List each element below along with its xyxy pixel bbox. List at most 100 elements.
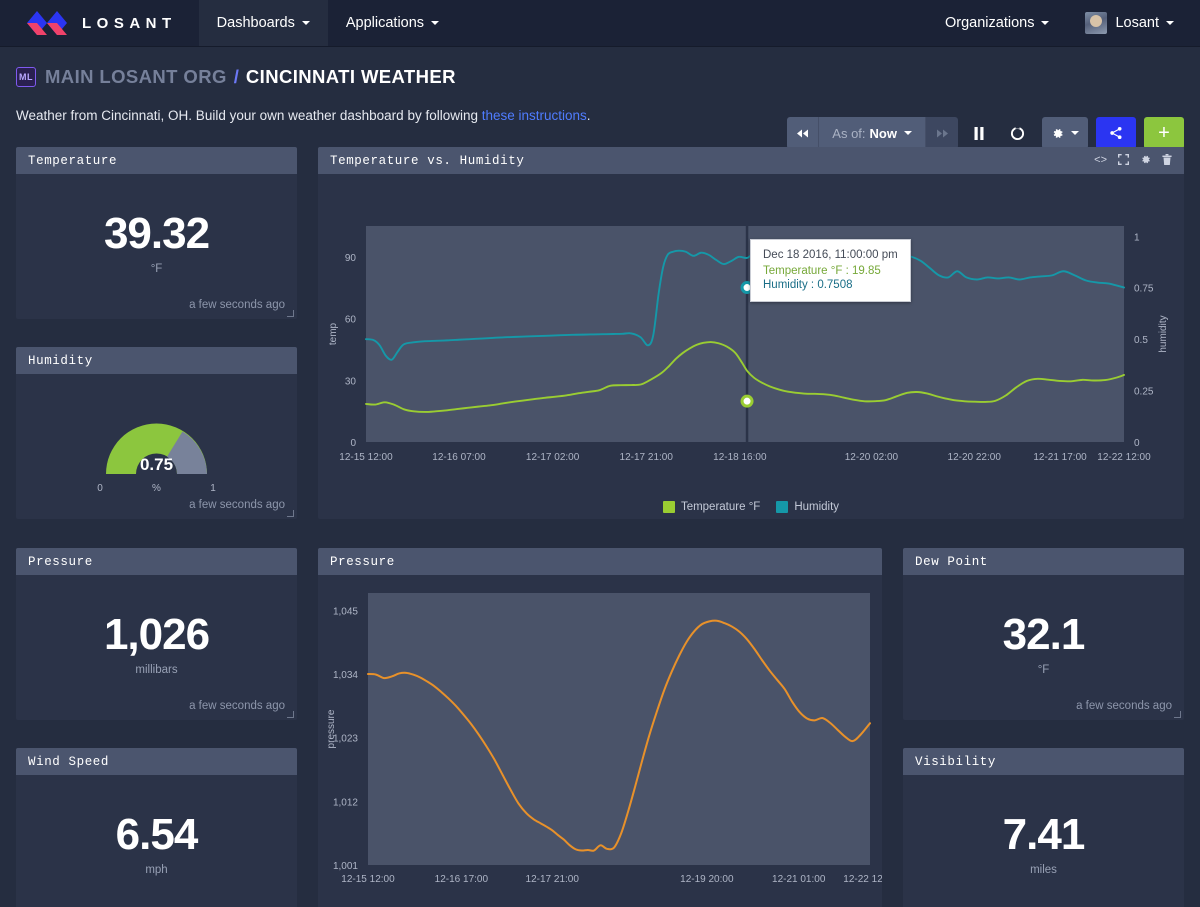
description-text-before: Weather from Cincinnati, OH. Build your … [16, 108, 482, 123]
temperature-value: 39.32 [16, 174, 297, 259]
panel-temperature: Temperature 39.32 °F a few seconds ago [16, 147, 297, 319]
breadcrumb: ML MAIN LOSANT ORG / CINCINNATI WEATHER [16, 63, 1184, 91]
as-of-value: Now [870, 126, 897, 141]
chart1-y2tick: 0.75 [1134, 284, 1154, 295]
chart2-xtick: 12-19 20:00 [680, 874, 734, 885]
chart1-y2label: humidity [1158, 315, 1169, 352]
panel-temp-humidity-title: Temperature vs. Humidity [330, 154, 524, 168]
chart1-y2tick: 0.5 [1134, 335, 1148, 346]
panel-temperature-body: 39.32 °F a few seconds ago [16, 174, 297, 319]
losant-logo-icon [26, 10, 70, 36]
chart2-ytick: 1,012 [333, 797, 358, 808]
code-icon[interactable]: <> [1094, 155, 1107, 166]
dashboard-header: ML MAIN LOSANT ORG / CINCINNATI WEATHER … [0, 47, 1200, 147]
brand-text: LOSANT [82, 15, 177, 32]
panel-pressure-chart-title: Pressure [330, 555, 395, 569]
panel-temperature-header: Temperature [16, 147, 297, 174]
wind-speed-unit: mph [16, 864, 297, 876]
breadcrumb-org[interactable]: MAIN LOSANT ORG [45, 66, 227, 88]
nav-item-organizations[interactable]: Organizations [927, 0, 1067, 46]
as-of-selector[interactable]: As of: Now [819, 117, 926, 149]
chart2-ytick: 1,001 [333, 861, 358, 872]
chart1-ytick: 30 [345, 376, 357, 387]
time-next-button[interactable] [926, 117, 958, 149]
chart1-marker [742, 396, 752, 406]
chart1-xtick: 12-15 12:00 [339, 452, 393, 463]
chevron-down-icon [302, 21, 310, 25]
share-icon [1109, 126, 1123, 140]
chevron-down-icon [904, 131, 912, 135]
humidity-gauge-value: 0.75 [140, 455, 173, 474]
nav-item-applications[interactable]: Applications [328, 0, 457, 46]
panel-humidity-title: Humidity [28, 354, 93, 368]
refresh-button[interactable] [1000, 117, 1034, 149]
navbar-spacer [457, 0, 927, 46]
tooltip-row-temperature: Temperature °F : 19.85 [763, 265, 898, 277]
pressure-unit: millibars [16, 664, 297, 676]
expand-icon[interactable] [1118, 154, 1129, 168]
legend-label-humidity: Humidity [794, 501, 839, 513]
dew-point-unit: °F [903, 664, 1184, 676]
pressure-plot[interactable]: 1,0011,0121,0231,0341,045pressure12-15 1… [318, 575, 882, 907]
humidity-timestamp: a few seconds ago [189, 499, 285, 511]
pause-button[interactable] [962, 117, 996, 149]
user-menu-label: Losant [1115, 15, 1159, 31]
dashboard-controls: As of: Now [787, 117, 1184, 149]
panel-pressure-value-header: Pressure [16, 548, 297, 575]
org-badge: ML [16, 67, 36, 87]
wind-speed-value: 6.54 [16, 775, 297, 860]
chevron-down-icon [1041, 21, 1049, 25]
top-navbar: LOSANT Dashboards Applications Organizat… [0, 0, 1200, 47]
resize-handle[interactable] [1174, 711, 1181, 718]
avatar [1085, 12, 1107, 34]
panel-temp-humidity-body: 030609000.250.50.751temphumidity12-15 12… [318, 174, 1184, 519]
chart2-ytick: 1,045 [333, 606, 358, 617]
fast-forward-icon [936, 129, 949, 138]
humidity-gauge-max: 1 [210, 483, 216, 494]
chart1-y2tick: 1 [1134, 232, 1140, 243]
panel-pressure-value-title: Pressure [28, 555, 93, 569]
page-title: CINCINNATI WEATHER [246, 66, 456, 88]
chart1-xtick: 12-18 16:00 [713, 452, 767, 463]
settings-button[interactable] [1042, 117, 1088, 149]
temp-humidity-plot[interactable]: 030609000.250.50.751temphumidity12-15 12… [318, 174, 1184, 494]
legend-item-humidity[interactable]: Humidity [776, 501, 839, 513]
breadcrumb-separator: / [234, 66, 239, 88]
chart-legend: Temperature °F Humidity [318, 501, 1184, 513]
panel-pressure-value-body: 1,026 millibars a few seconds ago [16, 575, 297, 720]
share-button[interactable] [1096, 117, 1136, 149]
chart1-y2tick: 0.25 [1134, 387, 1154, 398]
pause-icon [974, 127, 984, 140]
tooltip-row-humidity: Humidity : 0.7508 [763, 279, 898, 291]
dew-point-value: 32.1 [903, 575, 1184, 660]
time-prev-button[interactable] [787, 117, 819, 149]
chart1-xtick: 12-22 12:00 [1097, 452, 1151, 463]
time-navigation-group: As of: Now [787, 117, 958, 149]
pressure-timestamp: a few seconds ago [189, 700, 285, 712]
add-block-button[interactable]: + [1144, 117, 1184, 149]
resize-handle[interactable] [287, 711, 294, 718]
instructions-link[interactable]: these instructions [482, 108, 587, 123]
nav-item-user-menu[interactable]: Losant [1067, 0, 1200, 46]
humidity-gauge-min: 0 [97, 483, 103, 494]
chart1-xtick: 12-16 07:00 [432, 452, 486, 463]
gear-icon[interactable] [1140, 154, 1151, 168]
resize-handle[interactable] [287, 310, 294, 317]
resize-handle[interactable] [287, 510, 294, 517]
panel-visibility-header: Visibility [903, 748, 1184, 775]
panel-visibility-body: 7.41 miles [903, 775, 1184, 907]
chart1-xtick: 12-20 22:00 [948, 452, 1002, 463]
chart1-xtick: 12-17 21:00 [620, 452, 674, 463]
legend-item-temperature[interactable]: Temperature °F [663, 501, 760, 513]
legend-swatch-humidity [776, 501, 788, 513]
description-text-after: . [587, 108, 591, 123]
brand-logo[interactable]: LOSANT [0, 0, 199, 46]
trash-icon[interactable] [1162, 154, 1172, 168]
legend-swatch-temperature [663, 501, 675, 513]
panel-temperature-title: Temperature [28, 154, 117, 168]
chart1-xtick: 12-20 02:00 [845, 452, 899, 463]
panel-wind-speed: Wind Speed 6.54 mph [16, 748, 297, 907]
chart1-y2tick: 0 [1134, 438, 1140, 449]
chart2-xtick: 12-17 21:00 [526, 874, 580, 885]
nav-item-dashboards[interactable]: Dashboards [199, 0, 328, 46]
